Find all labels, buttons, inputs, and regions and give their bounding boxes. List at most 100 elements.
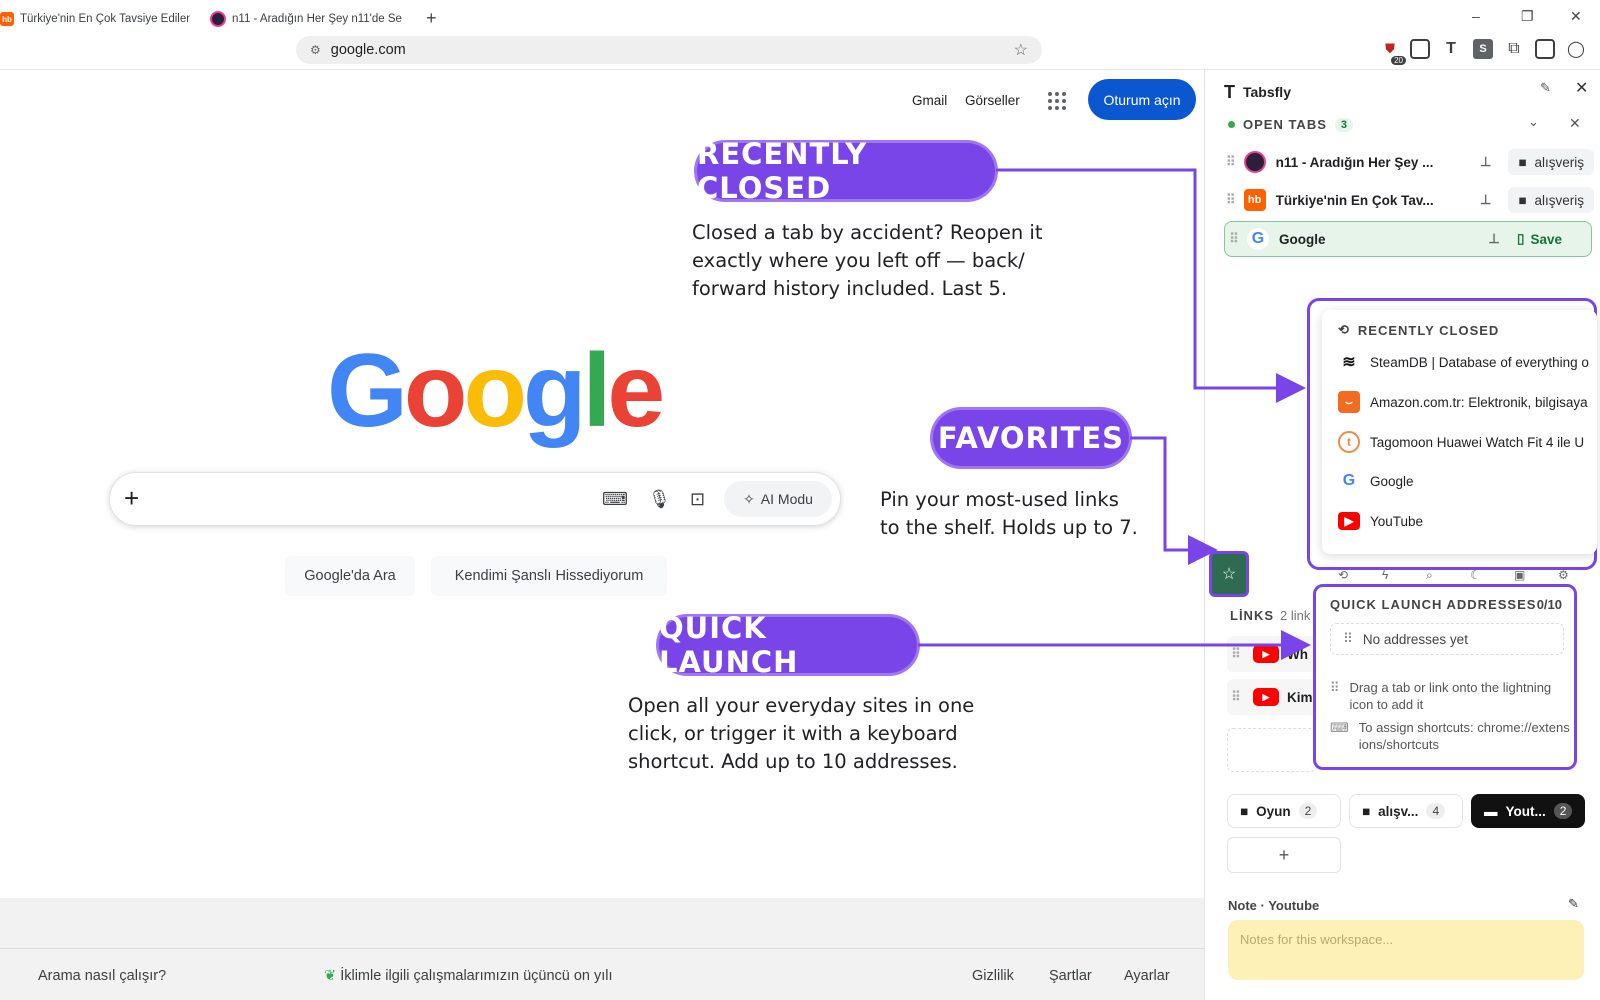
favorites-callout-title: FAVORITES	[933, 410, 1129, 466]
images-link[interactable]: Görseller	[965, 93, 1020, 108]
close-window-button[interactable]: ✕	[1570, 8, 1582, 25]
amazon-icon: ⌣	[1338, 391, 1360, 413]
lucky-button[interactable]: Kendimi Şanslı Hissediyorum	[431, 556, 667, 596]
drag-handle-icon[interactable]: ⠿	[1227, 689, 1245, 705]
n11-favicon	[210, 11, 226, 27]
history-mini-icon[interactable]: ⟲	[1338, 568, 1348, 582]
settings-link[interactable]: Ayarlar	[1124, 968, 1170, 984]
workspace-count: 2	[1553, 803, 1573, 819]
profile-icon[interactable]: ◯	[1566, 39, 1586, 59]
item-title: SteamDB | Database of everything o	[1370, 354, 1589, 370]
plus-icon[interactable]: +	[124, 483, 139, 514]
microphone-icon[interactable]: 🎙	[648, 489, 671, 510]
link-title: Wh	[1287, 646, 1308, 662]
tabsfly-extension-icon[interactable]: T	[1441, 39, 1461, 59]
workspace-oyun[interactable]: ■ Oyun 2	[1227, 794, 1341, 828]
open-tab-row-active[interactable]: ⠿ G Google ⊥ ▯ Save	[1224, 221, 1592, 257]
folder-chip[interactable]: ■ alışveriş	[1508, 149, 1594, 175]
terms-link[interactable]: Şartlar	[1049, 968, 1092, 984]
logo-letter: e	[607, 333, 665, 449]
climate-label: İklimle ilgili çalışmalarımızın üçüncü o…	[340, 968, 613, 984]
gmail-link[interactable]: Gmail	[912, 93, 947, 108]
recently-closed-item[interactable]: ≋ SteamDB | Database of everything o	[1338, 350, 1597, 374]
close-panel-icon[interactable]: ✕	[1575, 78, 1588, 98]
add-workspace-button[interactable]: +	[1227, 837, 1341, 873]
workspace-youtube[interactable]: ▬ Yout... 2	[1471, 794, 1585, 828]
save-tab-button[interactable]: ▯ Save	[1517, 231, 1562, 247]
pin-icon[interactable]: ⊥	[1479, 231, 1509, 247]
open-tab-row[interactable]: ⠿ hb Türkiye'nin En Çok Tav... ⊥ ■ alışve…	[1222, 182, 1594, 218]
history-icon: ⟲	[1338, 322, 1350, 337]
pin-note-icon[interactable]: ✎	[1568, 896, 1579, 912]
keyboard-icon: ⌨	[1330, 720, 1349, 735]
toolbar-mini-icons: ⟲ ϟ ⌕ ☾ ▣ ⚙	[1330, 568, 1600, 582]
site-info-icon[interactable]: ⚙	[310, 43, 321, 57]
search-mini-icon[interactable]: ⌕	[1426, 568, 1433, 583]
links-label: LİNKS	[1230, 608, 1274, 623]
bookmark-star-icon[interactable]: ☆	[1014, 40, 1028, 60]
folder-icon: ■	[1518, 192, 1527, 208]
google-apps-icon[interactable]	[1048, 92, 1066, 110]
quick-launch-empty-slot[interactable]: ⠿ No addresses yet	[1330, 623, 1564, 655]
lightning-icon[interactable]: ϟ	[1382, 568, 1388, 582]
folder-label: alışveriş	[1534, 192, 1584, 208]
s-extension-icon[interactable]: S	[1473, 39, 1493, 59]
recently-closed-item[interactable]: G Google	[1338, 469, 1597, 493]
drag-handle-icon[interactable]: ⠿	[1222, 154, 1240, 170]
browser-tab-hepsiburada[interactable]: hb Türkiye'nin En Çok Tavsiye Edilen	[0, 6, 190, 32]
drag-handle-icon[interactable]: ⠿	[1222, 192, 1240, 208]
google-search-button[interactable]: Google'da Ara	[285, 556, 415, 596]
link-title: Kim	[1287, 689, 1313, 705]
tab-title: n11 - Aradığın Her Şey n11'de Se	[232, 13, 402, 25]
folder-chip[interactable]: ■ alışveriş	[1508, 187, 1594, 213]
callout-line: to the shelf. Holds up to 7.	[880, 516, 1138, 539]
drag-handle-icon: ⠿	[1343, 631, 1353, 646]
recently-closed-item[interactable]: t Tagomoon Huawei Watch Fit 4 ile U	[1338, 430, 1597, 454]
item-title: Amazon.com.tr: Elektronik, bilgisaya	[1370, 394, 1588, 410]
recently-closed-item[interactable]: ▶ YouTube	[1338, 509, 1597, 533]
favorites-star-button[interactable]: ☆	[1209, 551, 1249, 597]
link-row[interactable]: ⠿ ▶ Kim	[1227, 679, 1317, 715]
recently-closed-item[interactable]: ⌣ Amazon.com.tr: Elektronik, bilgisaya	[1338, 390, 1597, 414]
ai-mode-button[interactable]: ✧ AI Modu	[724, 481, 832, 517]
keyboard-icon[interactable]: ⌨	[602, 489, 628, 510]
drag-handle-icon[interactable]: ⠿	[1227, 646, 1245, 662]
how-search-works-link[interactable]: Arama nasıl çalışır?	[38, 968, 166, 984]
quick-launch-shortcut-hint: ⌨ To assign shortcuts: chrome://extensio…	[1330, 719, 1570, 753]
drag-handle-icon[interactable]: ⠿	[1225, 231, 1243, 247]
chevron-down-icon[interactable]: ⌄	[1528, 114, 1539, 130]
signin-button[interactable]: Oturum açın	[1088, 79, 1196, 120]
link-row[interactable]: ⠿ ▶ Wh	[1227, 636, 1317, 672]
camera-lens-icon[interactable]: ⊡	[690, 489, 705, 510]
workspace-count: 4	[1426, 803, 1446, 819]
side-panel-icon[interactable]	[1535, 39, 1555, 59]
close-tabs-icon[interactable]: ✕	[1569, 115, 1581, 132]
restore-button[interactable]: ❐	[1521, 8, 1534, 25]
minimize-button[interactable]: –	[1472, 8, 1480, 24]
climate-link[interactable]: ❦ İklimle ilgili çalışmalarımızın üçüncü…	[324, 968, 613, 984]
pin-icon[interactable]: ⊥	[1471, 192, 1500, 208]
search-input[interactable]: + ⌨ 🎙 ⊡ ✧ AI Modu	[109, 472, 841, 526]
adblock-shield-icon[interactable]: ⛊ 20	[1380, 39, 1406, 65]
privacy-link[interactable]: Gizlilik	[972, 968, 1014, 984]
notes-extension-icon[interactable]	[1410, 39, 1430, 59]
pin-icon[interactable]: ⊥	[1471, 154, 1500, 170]
address-bar[interactable]: ⚙ google.com ☆	[296, 36, 1042, 64]
save-icon: ▯	[1517, 231, 1525, 246]
youtube-icon: ▶	[1338, 512, 1360, 530]
browser-tab-n11[interactable]: n11 - Aradığın Her Şey n11'de Se	[210, 6, 410, 32]
add-link-dropzone[interactable]	[1227, 728, 1317, 772]
new-tab-button[interactable]: +	[426, 8, 437, 29]
extensions-puzzle-icon[interactable]: ⧉	[1504, 39, 1524, 59]
folder-icon: ■	[1362, 803, 1371, 819]
save-mini-icon[interactable]: ▣	[1514, 568, 1525, 582]
open-tab-row[interactable]: ⠿ n11 - Aradığın Her Şey ... ⊥ ■ alışveri…	[1222, 144, 1594, 180]
workspace-note-input[interactable]: Notes for this workspace...	[1228, 920, 1584, 980]
workspace-alisveris[interactable]: ■ alışv... 4	[1349, 794, 1463, 828]
logo-letter: G	[327, 333, 408, 449]
callout-line: shortcut. Add up to 10 addresses.	[628, 750, 958, 773]
moon-icon[interactable]: ☾	[1470, 568, 1481, 582]
url-text: google.com	[330, 42, 406, 58]
pin-panel-icon[interactable]: ✎	[1540, 80, 1551, 96]
settings-mini-icon[interactable]: ⚙	[1558, 568, 1569, 582]
